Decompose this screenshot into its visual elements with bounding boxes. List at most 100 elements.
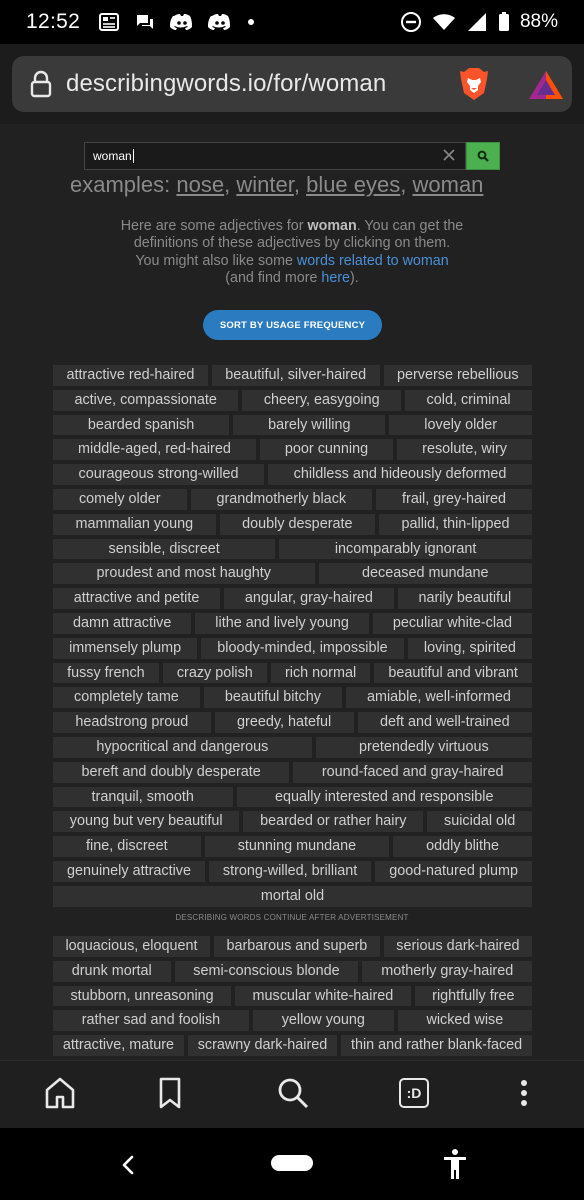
home-pill[interactable]: [271, 1155, 313, 1171]
adjective-chip[interactable]: cold, criminal: [405, 389, 533, 411]
adjective-chip[interactable]: thin and rather blank-faced: [341, 1035, 533, 1056]
search-icon: [477, 150, 489, 162]
adjective-chip[interactable]: deft and well-trained: [357, 712, 532, 733]
search-input[interactable]: woman: [84, 142, 466, 170]
adjective-chip[interactable]: immensely plump: [53, 637, 198, 659]
search-input-value[interactable]: woman: [93, 149, 132, 163]
adjective-chip[interactable]: crazy polish: [162, 662, 267, 684]
adjective-chip[interactable]: bereft and doubly desperate: [53, 761, 290, 783]
adjective-chip[interactable]: lithe and lively young: [195, 612, 369, 634]
adjective-chip[interactable]: beautiful, silver-haired: [211, 365, 380, 386]
adjective-chip[interactable]: childless and hideously deformed: [268, 464, 532, 485]
adjective-chip[interactable]: loving, spirited: [407, 637, 533, 659]
example-link[interactable]: woman: [413, 172, 484, 197]
adjective-chip[interactable]: fussy french: [53, 662, 159, 684]
adjective-chip[interactable]: grandmotherly black: [190, 488, 373, 510]
adjective-chip[interactable]: round-faced and gray-haired: [293, 761, 533, 783]
search-button[interactable]: [466, 142, 500, 170]
adjective-chip[interactable]: angular, gray-haired: [224, 588, 394, 609]
address-bar[interactable]: describingwords.io/for/woman: [12, 56, 572, 112]
lock-icon[interactable]: [30, 70, 52, 98]
adjective-chip[interactable]: damn attractive: [53, 612, 192, 634]
example-link[interactable]: blue eyes: [306, 172, 400, 197]
url-text[interactable]: describingwords.io/for/woman: [66, 70, 386, 98]
adjective-chip[interactable]: tranquil, smooth: [53, 786, 233, 808]
adjective-chip[interactable]: mortal old: [53, 885, 532, 907]
adjective-chip[interactable]: pretendedly virtuous: [315, 736, 532, 758]
adjective-chip[interactable]: headstrong proud: [53, 712, 211, 733]
adjective-chip[interactable]: equally interested and responsible: [236, 786, 533, 808]
tabs-button[interactable]: :D: [399, 1078, 429, 1108]
related-words-link[interactable]: words related to woman: [297, 253, 449, 269]
adjective-chip[interactable]: comely older: [53, 488, 187, 510]
adjective-chip[interactable]: perverse rebellious: [383, 365, 532, 386]
adjective-chip[interactable]: rich normal: [270, 662, 371, 684]
adjective-chip[interactable]: bearded or rather hairy: [243, 811, 424, 833]
adjective-chip[interactable]: muscular white-haired: [235, 985, 411, 1007]
adjective-chip[interactable]: suicidal old: [427, 811, 532, 833]
accessibility-icon[interactable]: [441, 1148, 469, 1180]
adjective-chip[interactable]: good-natured plump: [375, 860, 532, 882]
more-options-icon[interactable]: [518, 1076, 530, 1110]
adjective-chip[interactable]: amiable, well-informed: [345, 687, 532, 709]
signal-icon: [467, 13, 486, 31]
adjective-chip[interactable]: young but very beautiful: [53, 811, 240, 833]
adjective-chip[interactable]: scrawny dark-haired: [187, 1035, 338, 1056]
adjective-chip[interactable]: courageous strong-willed: [53, 464, 265, 485]
adjective-chip[interactable]: rightfully free: [414, 985, 532, 1007]
adjective-chip[interactable]: poor cunning: [259, 439, 394, 461]
clear-icon[interactable]: [442, 148, 456, 162]
here-link[interactable]: here: [321, 270, 350, 286]
adjective-chip[interactable]: peculiar white-clad: [372, 612, 532, 634]
adjective-chip[interactable]: frail, grey-haired: [376, 488, 532, 510]
adjective-chip[interactable]: barely willing: [233, 414, 386, 436]
adjective-chip[interactable]: doubly desperate: [219, 513, 375, 535]
adjective-chip[interactable]: stunning mundane: [204, 836, 390, 857]
adjective-chip[interactable]: hypocritical and dangerous: [53, 736, 312, 758]
adjective-chip[interactable]: yellow young: [252, 1010, 394, 1032]
adjective-chip[interactable]: genuinely attractive: [53, 860, 205, 882]
home-icon[interactable]: [44, 1076, 76, 1110]
adjective-chip[interactable]: attractive, mature: [53, 1035, 184, 1056]
adjective-chip[interactable]: middle-aged, red-haired: [53, 439, 256, 461]
search-icon[interactable]: [276, 1076, 310, 1110]
adjective-chip[interactable]: wicked wise: [397, 1010, 532, 1032]
adjective-chip[interactable]: active, compassionate: [53, 389, 239, 411]
adjective-chip[interactable]: strong-willed, brilliant: [208, 860, 372, 882]
adjective-chip[interactable]: greedy, hateful: [214, 712, 354, 733]
adjective-chip[interactable]: narily beautiful: [397, 588, 532, 609]
adjective-chip[interactable]: resolute, wiry: [397, 439, 532, 461]
adjective-chip[interactable]: proudest and most haughty: [53, 563, 315, 585]
adjective-chip[interactable]: mammalian young: [53, 513, 216, 535]
adjective-chip[interactable]: bloody-minded, impossible: [201, 637, 404, 659]
adjective-chip[interactable]: incomparably ignorant: [279, 538, 532, 560]
adjective-chip[interactable]: sensible, discreet: [53, 538, 276, 560]
adjective-chip[interactable]: deceased mundane: [318, 563, 533, 585]
adjective-chip[interactable]: motherly gray-haired: [362, 960, 532, 982]
sort-by-usage-button[interactable]: SORT BY USAGE FREQUENCY: [203, 310, 382, 340]
adjective-chip[interactable]: attractive and petite: [53, 588, 221, 609]
adjective-chip[interactable]: completely tame: [53, 687, 200, 709]
example-link[interactable]: winter: [236, 172, 293, 197]
adjective-chip[interactable]: cheery, easygoing: [242, 389, 402, 411]
adjective-chip[interactable]: pallid, thin-lipped: [379, 513, 533, 535]
adjective-chip[interactable]: stubborn, unreasoning: [53, 985, 232, 1007]
adjective-chip[interactable]: attractive red-haired: [53, 365, 208, 386]
adjective-chip[interactable]: barbarous and superb: [214, 936, 380, 957]
brave-rewards-icon[interactable]: [528, 70, 564, 100]
adjective-chip[interactable]: fine, discreet: [53, 836, 201, 857]
adjective-chip[interactable]: beautiful and vibrant: [374, 662, 532, 684]
adjective-chip[interactable]: lovely older: [389, 414, 532, 436]
adjective-chip[interactable]: loquacious, eloquent: [53, 936, 211, 957]
adjective-chip[interactable]: semi-conscious blonde: [174, 960, 359, 982]
bookmark-icon[interactable]: [158, 1076, 182, 1110]
brave-shields-icon[interactable]: [456, 66, 492, 102]
adjective-chip[interactable]: rather sad and foolish: [53, 1010, 249, 1032]
adjective-chip[interactable]: beautiful bitchy: [203, 687, 342, 709]
back-icon[interactable]: [118, 1153, 138, 1177]
adjective-chip[interactable]: drunk mortal: [53, 960, 171, 982]
adjective-chip[interactable]: oddly blithe: [393, 836, 533, 857]
adjective-chip[interactable]: bearded spanish: [53, 414, 230, 436]
example-link[interactable]: nose: [176, 172, 224, 197]
adjective-chip[interactable]: serious dark-haired: [383, 936, 532, 957]
